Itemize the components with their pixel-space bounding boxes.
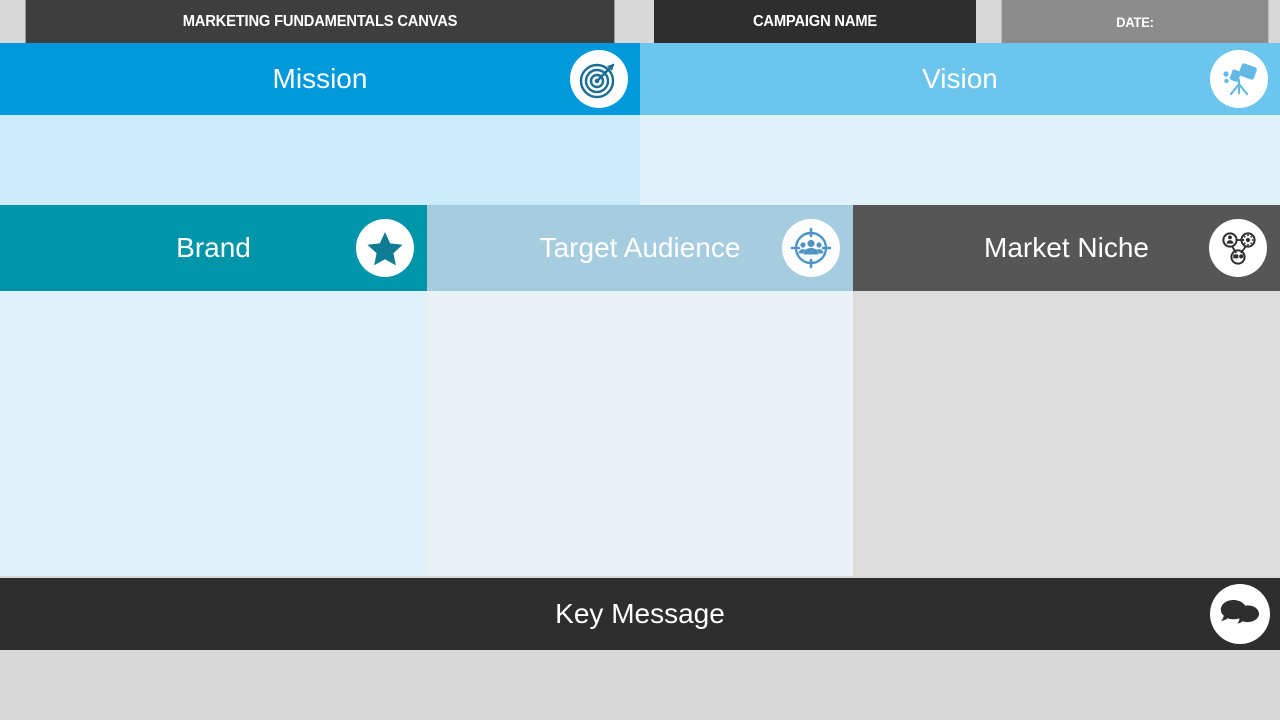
brand-body[interactable] [0, 291, 427, 576]
speech-bubbles-icon [1210, 584, 1270, 644]
telescope-icon [1210, 50, 1268, 108]
market-niche-body[interactable] [853, 291, 1280, 576]
key-message-label: Key Message [555, 598, 725, 629]
date-field[interactable]: DATE: [1001, 0, 1269, 43]
market-niche-header[interactable]: Market Niche [853, 205, 1280, 291]
top-meta-bar: MARKETING FUNDAMENTALS CANVAS CAMPAIGN N… [0, 0, 1280, 43]
target-audience-body[interactable] [427, 291, 853, 576]
brand-label: Brand [176, 232, 251, 263]
campaign-name-field[interactable]: CAMPAIGN NAME [654, 0, 976, 43]
key-message-header[interactable]: Key Message [0, 578, 1280, 650]
target-audience-label: Target Audience [539, 232, 741, 263]
brand-header[interactable]: Brand [0, 205, 427, 291]
vision-label: Vision [922, 63, 998, 94]
canvas-title: MARKETING FUNDAMENTALS CANVAS [25, 0, 615, 43]
vision-header[interactable]: Vision [640, 43, 1280, 115]
target-audience-header[interactable]: Target Audience [427, 205, 853, 291]
marketing-fundamentals-canvas: MARKETING FUNDAMENTALS CANVAS CAMPAIGN N… [0, 0, 1280, 720]
audience-crosshair-icon [782, 219, 840, 277]
vision-body[interactable] [640, 115, 1280, 205]
market-niche-label: Market Niche [984, 232, 1149, 263]
target-icon [570, 50, 628, 108]
star-icon [356, 219, 414, 277]
mission-body[interactable] [0, 115, 640, 205]
page-footer-area [0, 650, 1280, 720]
network-nodes-icon [1209, 219, 1267, 277]
mission-header[interactable]: Mission [0, 43, 640, 115]
mission-label: Mission [272, 63, 368, 94]
